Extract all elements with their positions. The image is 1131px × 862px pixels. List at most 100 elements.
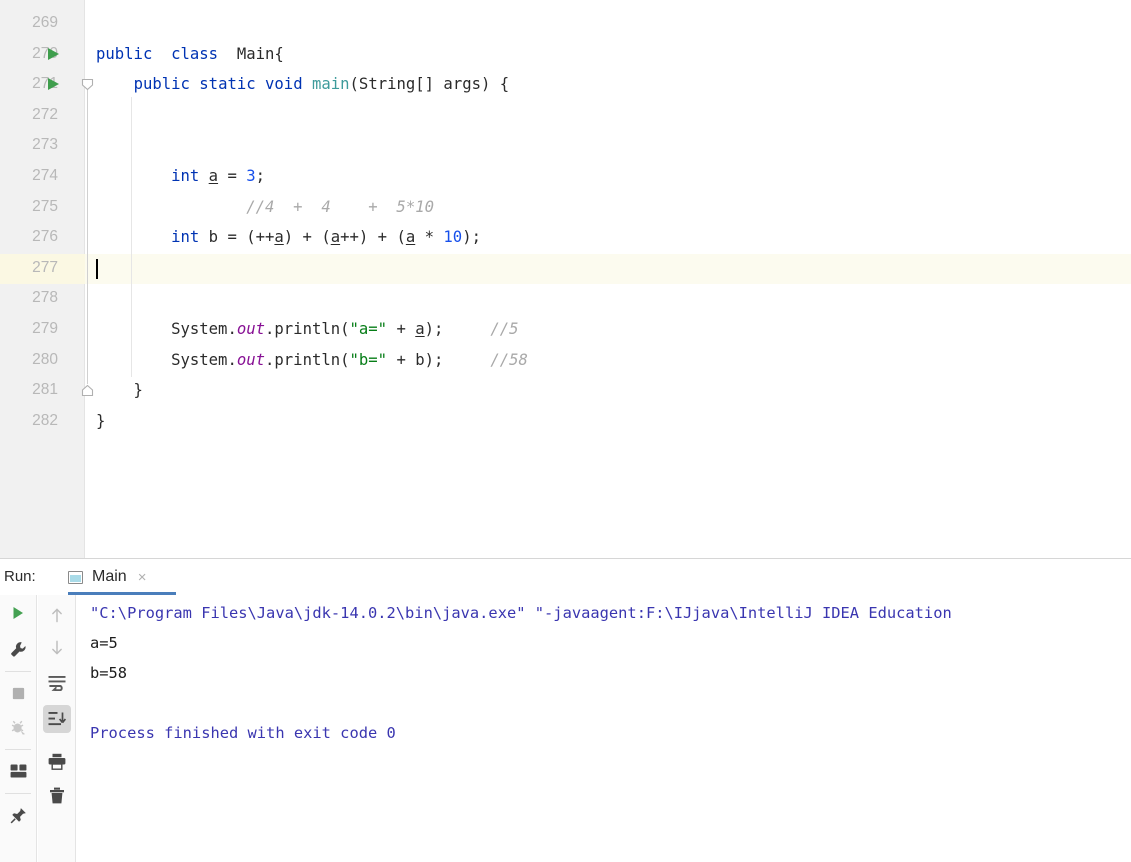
line-number: 274 [32, 167, 58, 184]
run-toolbar-left[interactable] [0, 595, 37, 862]
code-token: a [208, 167, 219, 185]
console-line: "C:\Program Files\Java\jdk-14.0.2\bin\ja… [90, 604, 952, 622]
code-token: int [171, 167, 200, 185]
run-tab-main[interactable]: Main × [62, 559, 152, 595]
code-line-text: System.out.println("a=" + a); //5 [96, 314, 519, 345]
code-token: public [133, 75, 190, 94]
code-token: public [96, 44, 153, 63]
rerun-button[interactable] [4, 599, 32, 627]
line-number: 277 [32, 258, 58, 276]
console-output[interactable]: "C:\Program Files\Java\jdk-14.0.2\bin\ja… [77, 595, 1131, 862]
resume-program-button[interactable] [4, 713, 32, 741]
code-token: (String[] args) { [349, 75, 510, 94]
fold-collapse-icon[interactable] [81, 78, 94, 91]
run-gutter-icon[interactable] [48, 78, 59, 91]
line-number: 269 [32, 14, 58, 31]
console-line: b=58 [90, 664, 128, 682]
line-number: 276 [32, 228, 58, 246]
code-line-row[interactable]: 278 [0, 283, 1131, 314]
toolbar-separator [5, 793, 31, 794]
code-token: static [199, 75, 256, 94]
line-number: 272 [32, 105, 58, 123]
code-token: ); [424, 320, 491, 338]
code-line-row[interactable]: 271 public static void main(String[] arg… [0, 69, 1131, 100]
fold-expand-icon[interactable] [81, 384, 94, 397]
code-token: out [236, 350, 266, 369]
line-number: 275 [32, 197, 58, 215]
wrench-icon [10, 641, 26, 657]
stop-button[interactable] [4, 679, 32, 707]
window-layout-icon [10, 764, 26, 778]
code-line-text: public class Main{ [96, 39, 284, 70]
run-toolbar-right[interactable] [38, 595, 76, 862]
code-token: //5 [490, 320, 519, 338]
code-line-row[interactable]: 276 int b = (++a) + (a++) + (a * 10); [0, 222, 1131, 253]
code-line-row[interactable]: 273 [0, 130, 1131, 161]
pin-icon [10, 807, 26, 823]
up-the-stack-trace-button[interactable] [43, 601, 71, 629]
code-token: 3 [246, 167, 256, 185]
code-line-row[interactable]: 269 [0, 8, 1131, 39]
close-icon[interactable]: × [138, 569, 147, 586]
down-the-stack-trace-button[interactable] [43, 633, 71, 661]
line-number: 278 [32, 289, 58, 307]
arrow-down-icon [52, 640, 62, 654]
code-line-text: } [96, 406, 105, 437]
code-editor[interactable]: 268 269270public class Main{271 public s… [0, 0, 1131, 558]
run-tool-window-header: Run: Main × [0, 559, 1131, 595]
code-line-row[interactable]: 281 } [0, 375, 1131, 406]
code-token: ; [255, 167, 266, 185]
code-token: 10 [443, 228, 463, 247]
code-token: "a=" [349, 320, 388, 338]
code-token: .println( [265, 350, 350, 369]
ide-window: 268 269270public class Main{271 public s… [0, 0, 1131, 862]
console-line: Process finished with exit code 0 [90, 724, 396, 742]
code-token: //58 [490, 350, 528, 369]
code-token: ); [462, 228, 481, 247]
code-line-row[interactable]: 280 System.out.println("b=" + b); //58 [0, 345, 1131, 376]
code-line-text: public static void main(String[] args) { [96, 69, 510, 100]
run-gutter-icon[interactable] [48, 47, 59, 60]
debug-bug-icon [11, 720, 25, 735]
code-token: ++) + ( [340, 228, 406, 247]
code-line-row[interactable]: 279 System.out.println("a=" + a); //5 [0, 314, 1131, 345]
code-line-row[interactable]: 275 //4 + 4 + 5*10 [0, 192, 1131, 223]
code-token: * [415, 228, 444, 247]
run-label: Run: [4, 568, 36, 585]
code-token: class [171, 44, 219, 63]
soft-wrap-button[interactable] [43, 669, 71, 697]
edit-configurations-button[interactable] [4, 635, 32, 663]
code-line-row[interactable]: 270 public class Main{ [0, 39, 1131, 70]
line-number: 279 [32, 320, 58, 337]
code-token: a [405, 228, 416, 247]
code-token: out [236, 320, 266, 338]
clear-all-button[interactable] [43, 781, 71, 809]
code-token: = [218, 167, 247, 185]
code-line-row[interactable]: 272 [0, 100, 1131, 131]
code-line-row[interactable]: 274 int a = 3; [0, 161, 1131, 192]
pin-tab-button[interactable] [4, 801, 32, 829]
print-button[interactable] [43, 747, 71, 775]
line-number: 273 [32, 136, 58, 154]
code-token: ) + ( [283, 228, 331, 247]
scroll-to-end-button[interactable] [43, 705, 71, 733]
layout-settings-button[interactable] [4, 757, 32, 785]
soft-wrap-icon [48, 676, 66, 691]
code-fold-guide-line [87, 90, 88, 385]
code-line-row[interactable]: 277 [0, 253, 1131, 284]
code-line-text: int b = (++a) + (a++) + (a * 10); [96, 222, 481, 253]
code-token: //4 + 4 + 5*10 [246, 197, 434, 216]
toolbar-separator [5, 749, 31, 750]
code-line-row[interactable]: 282} [0, 406, 1131, 437]
code-token: System [171, 320, 228, 338]
code-token: . [227, 350, 237, 369]
scroll-to-end-icon [48, 712, 66, 726]
run-tab-label: Main [92, 568, 127, 585]
code-lines-container[interactable]: 269 270 public class Main{271 public stati… [0, 0, 1131, 558]
code-token: "b=" [349, 350, 388, 369]
